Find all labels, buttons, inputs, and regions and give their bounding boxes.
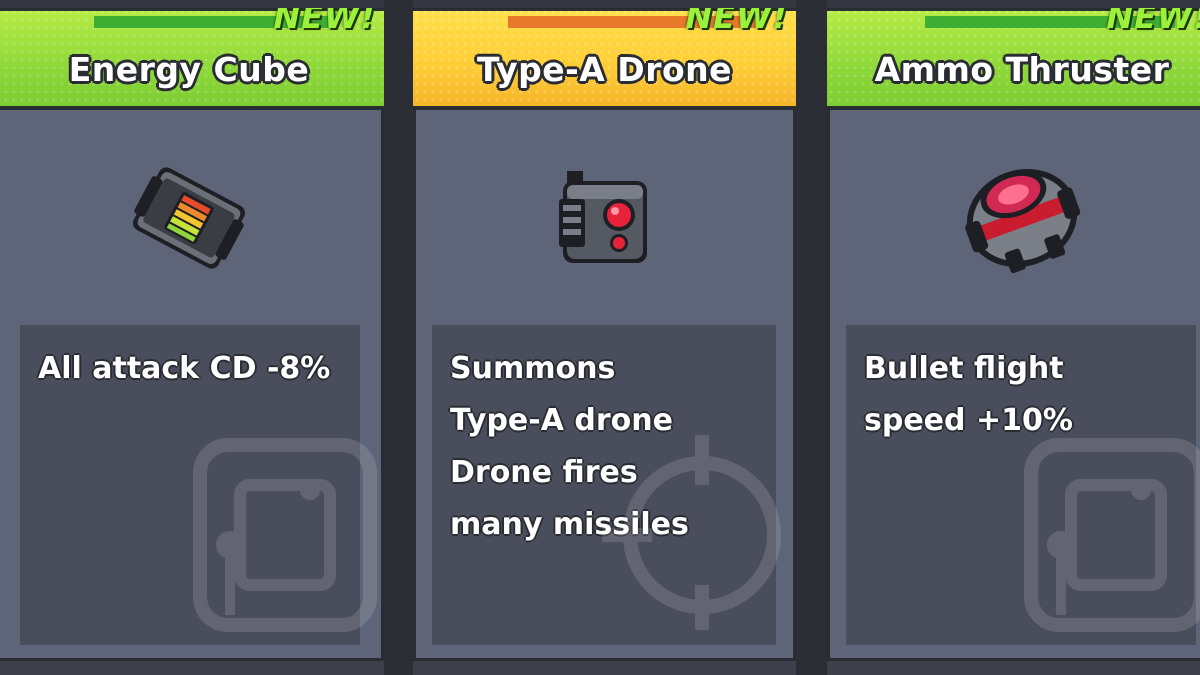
description-box: All attack CD -8% <box>20 325 377 645</box>
card-title: Ammo Thruster <box>874 50 1170 89</box>
new-badge: NEW! <box>1106 8 1200 36</box>
card-title: Type-A Drone <box>476 50 733 89</box>
card-header: NEW! Energy Cube <box>0 8 384 110</box>
new-badge: NEW! <box>273 8 376 36</box>
card-header: NEW! Ammo Thruster <box>827 8 1200 110</box>
card-title: Energy Cube <box>68 50 310 89</box>
card-gap <box>796 0 827 675</box>
card-header: NEW! Type-A Drone <box>413 8 796 110</box>
energy-cube-icon <box>0 118 384 318</box>
chip-watermark-icon <box>1024 438 1200 632</box>
description-box: Bullet flight speed +10% <box>846 325 1200 645</box>
crosshair-watermark-icon <box>602 435 781 630</box>
card-gap <box>384 0 413 675</box>
ammo-thruster-icon <box>827 118 1200 318</box>
new-badge: NEW! <box>685 8 788 36</box>
skill-card-ammo-thruster[interactable]: NEW! Ammo Thruster Bullet flight speed +… <box>827 8 1200 675</box>
skill-card-type-a-drone[interactable]: NEW! Type-A Drone Summons Type-A drone D… <box>413 8 796 675</box>
description-box: Summons Type-A drone Drone fires many mi… <box>432 325 781 645</box>
skill-card-energy-cube[interactable]: NEW! Energy Cube All attack CD -8% <box>0 8 384 675</box>
chip-watermark-icon <box>193 438 377 632</box>
card-description: Bullet flight speed +10% <box>864 351 1073 438</box>
card-description: All attack CD -8% <box>38 351 331 386</box>
drone-icon <box>413 118 796 318</box>
